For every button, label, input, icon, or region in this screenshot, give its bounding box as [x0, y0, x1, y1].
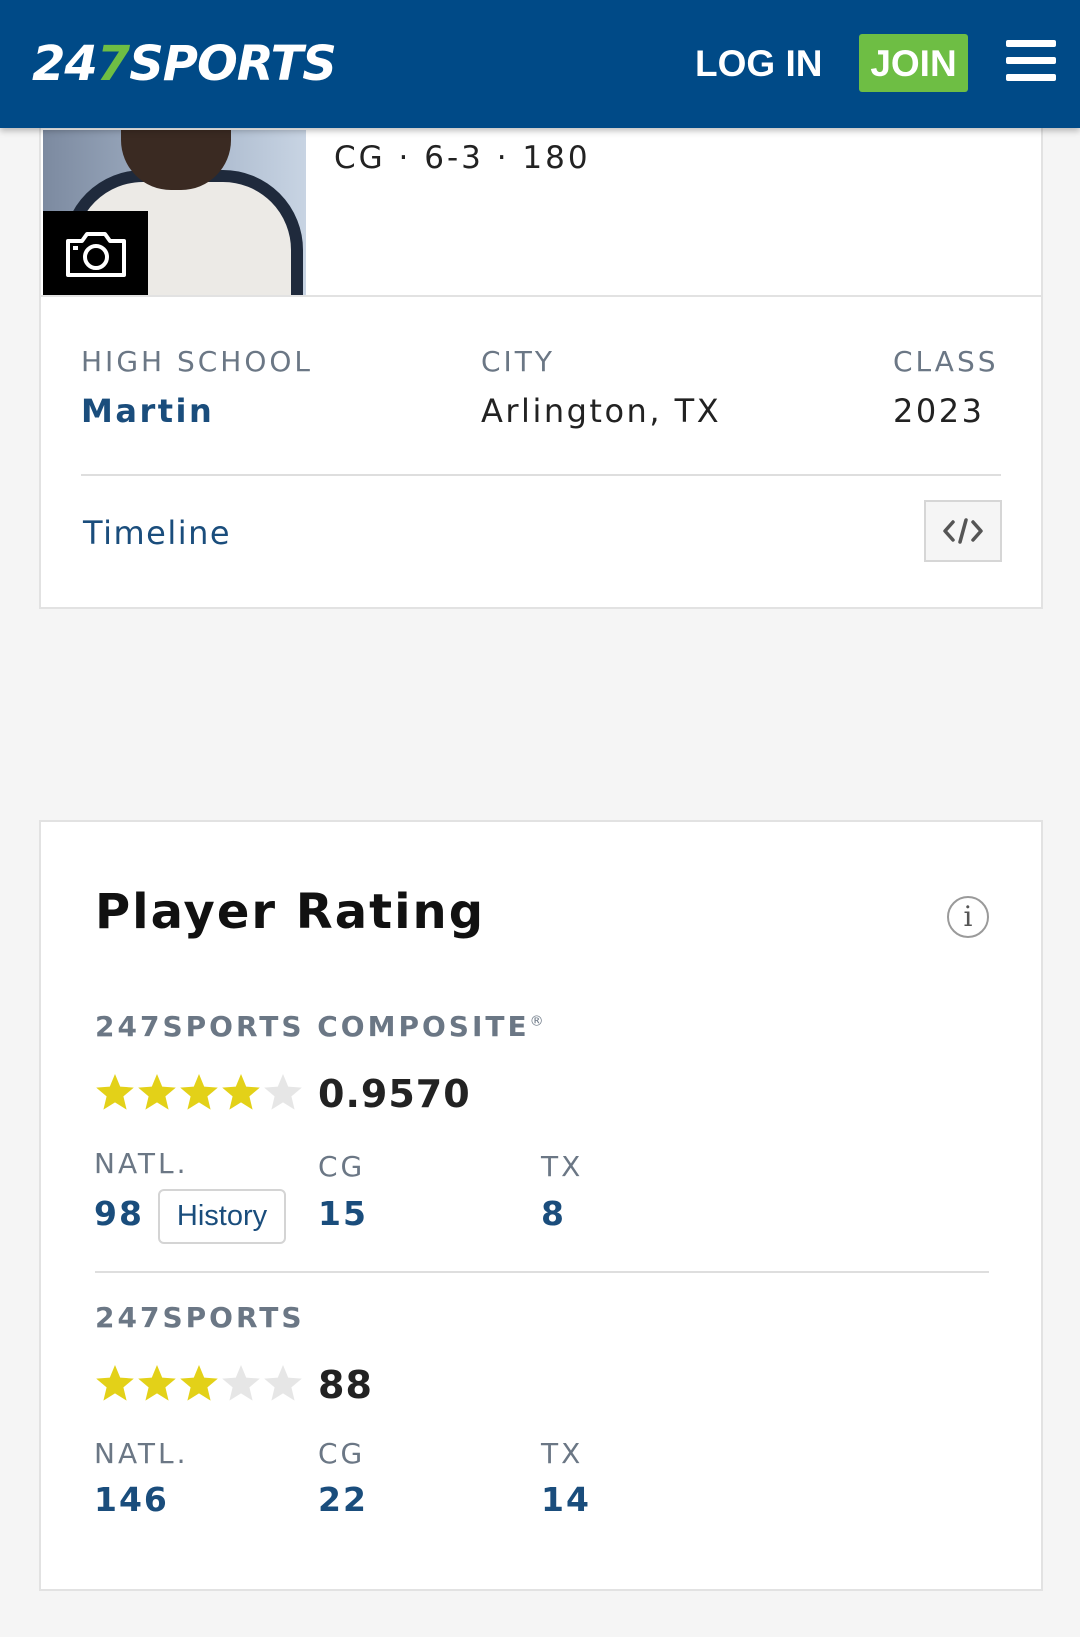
class-label: CLASS [893, 345, 999, 378]
sports247-score: 88 [318, 1363, 373, 1407]
sports247-natl-label: NATL. [94, 1437, 189, 1470]
site-logo[interactable]: 24 7 SPORTS [32, 30, 337, 98]
divider [95, 1271, 989, 1273]
composite-position-rank[interactable]: 15 [318, 1194, 368, 1233]
star-filled-icon [180, 1365, 218, 1401]
star-filled-icon [96, 1365, 134, 1401]
star-filled-icon [96, 1074, 134, 1110]
login-link[interactable]: LOG IN [695, 36, 822, 92]
sports247-position-rank[interactable]: 22 [318, 1480, 368, 1519]
composite-position-label: CG [318, 1150, 366, 1183]
camera-icon[interactable] [43, 211, 148, 297]
logo-seven: 7 [96, 36, 130, 92]
city-value: Arlington, TX [481, 392, 722, 430]
sports247-label: 247SPORTS [95, 1301, 305, 1334]
city-label: CITY [481, 345, 556, 378]
player-profile-card: CG · 6-3 · 180 HIGH SCHOOL Martin CITY A… [39, 60, 1043, 609]
composite-star-rating [94, 1072, 304, 1112]
composite-state-label: TX [541, 1150, 584, 1183]
star-empty-icon [264, 1365, 302, 1401]
composite-score: 0.9570 [318, 1072, 471, 1116]
star-filled-icon [138, 1365, 176, 1401]
high-school-link[interactable]: Martin [81, 392, 214, 430]
composite-natl-rank[interactable]: 98 [94, 1194, 144, 1233]
sports247-state-rank[interactable]: 14 [541, 1480, 591, 1519]
high-school-label: HIGH SCHOOL [81, 345, 314, 378]
player-rating-title: Player Rating [95, 884, 486, 940]
composite-label: 247SPORTS COMPOSITE® [95, 1010, 547, 1043]
sports247-position-label: CG [318, 1437, 366, 1470]
divider [41, 295, 1041, 297]
code-embed-icon[interactable] [924, 500, 1002, 562]
top-navigation-bar: 24 7 SPORTS LOG IN JOIN [0, 0, 1080, 128]
logo-suffix: SPORTS [129, 36, 337, 92]
sports247-natl-rank[interactable]: 146 [94, 1480, 169, 1519]
timeline-link[interactable]: Timeline [83, 514, 231, 552]
star-empty-icon [222, 1365, 260, 1401]
player-rating-card: Player Rating i 247SPORTS COMPOSITE® 0.9… [39, 820, 1043, 1591]
star-empty-icon [264, 1074, 302, 1110]
history-button[interactable]: History [158, 1189, 286, 1244]
logo-prefix: 24 [32, 36, 98, 92]
divider [81, 474, 1001, 476]
star-filled-icon [180, 1074, 218, 1110]
player-vitals: CG · 6-3 · 180 [334, 140, 591, 176]
sports247-state-label: TX [541, 1437, 584, 1470]
composite-natl-label: NATL. [94, 1147, 189, 1180]
hamburger-icon[interactable] [1006, 40, 1056, 82]
composite-state-rank[interactable]: 8 [541, 1194, 566, 1233]
info-icon[interactable]: i [947, 896, 989, 938]
sports247-star-rating [94, 1363, 304, 1403]
join-button[interactable]: JOIN [859, 34, 968, 92]
star-filled-icon [138, 1074, 176, 1110]
star-filled-icon [222, 1074, 260, 1110]
class-value: 2023 [893, 392, 985, 430]
